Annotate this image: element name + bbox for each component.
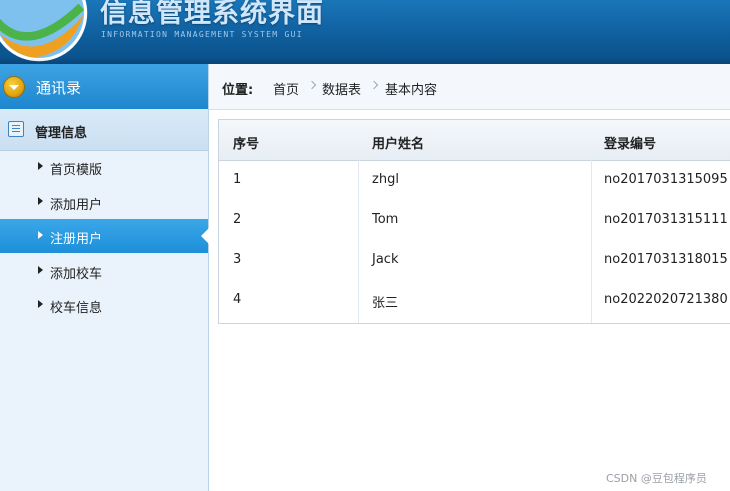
sidebar-item-label: 校车信息 (50, 301, 103, 316)
cell-username: Tom (372, 212, 399, 227)
app-title: 信息管理系统界面 (100, 0, 324, 29)
list-icon (8, 121, 24, 137)
cell-index: 1 (233, 172, 242, 187)
sidebar-item-home-template[interactable]: 首页模版 (0, 150, 208, 184)
breadcrumb-lead: 位置: (222, 83, 254, 98)
sidebar-section-manage[interactable]: 管理信息 (0, 109, 208, 151)
table-row[interactable]: 4 张三 no2022020721380 (219, 281, 730, 321)
sidebar-item-add-bus[interactable]: 添加校车 (0, 254, 208, 288)
table-row[interactable]: 1 zhgl no2017031315095 (219, 161, 730, 201)
cell-username: 张三 (372, 296, 399, 311)
cell-login-id: no2022020721380 (604, 292, 728, 307)
caret-right-icon (38, 162, 43, 170)
table-header: 序号 用户姓名 登录编号 (219, 120, 730, 161)
app-subtitle: INFORMATION MANAGEMENT SYSTEM GUI (101, 30, 303, 39)
breadcrumb-item-datatable[interactable]: 数据表 (322, 79, 361, 98)
breadcrumb-item-home[interactable]: 首页 (273, 79, 299, 98)
sidebar-item-label: 添加校车 (50, 267, 103, 282)
column-header-username[interactable]: 用户姓名 (372, 133, 424, 152)
cell-index: 4 (233, 292, 242, 307)
sidebar-item-register-user[interactable]: 注册用户 (0, 219, 209, 253)
sidebar-item-label: 首页模版 (50, 163, 103, 178)
cell-username: Jack (372, 252, 399, 267)
sidebar-header-label: 通讯录 (36, 79, 82, 97)
app-header: 信息管理系统界面 INFORMATION MANAGEMENT SYSTEM G… (0, 0, 730, 64)
breadcrumb-separator-icon (369, 80, 379, 90)
breadcrumb-separator-icon (307, 80, 317, 90)
caret-right-icon (38, 197, 43, 205)
column-header-login-id[interactable]: 登录编号 (604, 133, 656, 152)
breadcrumb: 位置: 首页 数据表 基本内容 (209, 64, 730, 110)
table-row[interactable]: 2 Tom no2017031315111 (219, 201, 730, 241)
sidebar-section-label: 管理信息 (35, 126, 88, 141)
sidebar-item-label: 添加用户 (50, 198, 103, 213)
logo-globe-icon (0, 0, 88, 62)
caret-right-icon (38, 300, 43, 308)
table-row[interactable]: 3 Jack no2017031318015 (219, 241, 730, 281)
cell-index: 2 (233, 212, 242, 227)
sidebar: 通讯录 管理信息 首页模版 添加用户 注册用户 添加校车 校车信息 (0, 64, 209, 491)
column-header-index[interactable]: 序号 (233, 133, 259, 152)
data-table: 序号 用户姓名 登录编号 1 zhgl no2017031315095 2 To… (218, 119, 730, 324)
sidebar-item-bus-info[interactable]: 校车信息 (0, 288, 208, 322)
cell-login-id: no2017031318015 (604, 252, 728, 267)
watermark: CSDN @豆包程序员 (606, 472, 707, 485)
cell-index: 3 (233, 252, 242, 267)
sidebar-header-contacts[interactable]: 通讯录 (0, 64, 208, 109)
sidebar-item-add-user[interactable]: 添加用户 (0, 185, 208, 219)
caret-right-icon (38, 266, 43, 274)
cell-login-id: no2017031315111 (604, 212, 728, 227)
sidebar-item-label: 注册用户 (50, 232, 103, 247)
breadcrumb-item-basic-content[interactable]: 基本内容 (385, 79, 437, 98)
caret-right-icon (38, 231, 43, 239)
cell-login-id: no2017031315095 (604, 172, 728, 187)
cell-username: zhgl (372, 172, 399, 187)
chevron-down-icon (3, 76, 25, 98)
